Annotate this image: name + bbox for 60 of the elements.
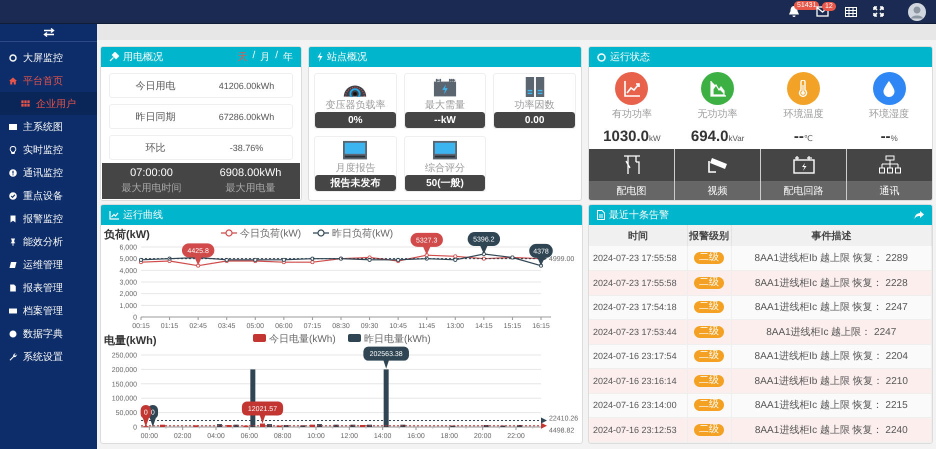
- usage-label: 昨日同期: [134, 110, 176, 124]
- tile-label: 月度报告: [335, 162, 376, 176]
- level-badge: 二级: [694, 276, 724, 289]
- tile-value: 50(一般): [404, 175, 486, 191]
- tile-value: --kW: [404, 112, 486, 128]
- separator-text: /: [275, 50, 278, 63]
- metric-label: 环境温度: [783, 108, 824, 121]
- tile-value: 报告未发布: [315, 175, 396, 191]
- tile-label: 综合评分: [424, 162, 465, 176]
- time-cell: 2024-07-16 23:16:14: [589, 368, 687, 393]
- legend-label: 今日负荷(kW): [240, 228, 302, 240]
- metric-value: 694.0kVar: [690, 128, 744, 145]
- peak-value: 07:00:00: [130, 167, 173, 179]
- level-badge: 二级: [694, 424, 724, 436]
- peak-value: 6908.00kWh: [220, 167, 282, 179]
- peak-label: 最大用电量: [226, 182, 276, 195]
- usage-value: 67286.00kWh: [218, 112, 276, 122]
- legend-label: 昨日电量(kWh): [364, 334, 431, 345]
- description-cell: 8AA1进线柜Ic 越上限 恢复： 2228: [731, 270, 932, 295]
- tile-label: 功率因数: [514, 98, 555, 112]
- level-badge: 二级: [694, 252, 724, 264]
- chart-title: 电量(kWh): [104, 335, 157, 347]
- separator-text: /: [252, 50, 256, 63]
- peak-label: 最大用电时间: [122, 182, 182, 195]
- legend-label: 今日电量(kWh): [269, 334, 336, 345]
- panel-title: 站点概况: [327, 50, 367, 64]
- metric-value: 1030.0kW: [603, 128, 661, 145]
- tile-label: 变压器负载率: [325, 98, 386, 112]
- time-cell: 2024-07-23 17:55:58: [589, 270, 687, 295]
- panel-title: 用电概况: [123, 50, 163, 64]
- level-badge: 二级: [694, 326, 724, 338]
- metric-label: 无功功率: [698, 108, 738, 121]
- usage-value: 41206.00kWh: [218, 80, 276, 90]
- time-cell: 2024-07-16 23:12:53: [589, 418, 687, 442]
- time-cell: 2024-07-23 17:53:44: [589, 320, 687, 344]
- metric-value: --%: [880, 128, 898, 145]
- chart-title: 负荷(kW): [104, 229, 150, 241]
- level-badge: 二级: [694, 399, 724, 412]
- legend-label: 昨日负荷(kW): [332, 228, 394, 240]
- tile-label: 最大需量: [424, 98, 465, 112]
- metric-label: 环境湿度: [869, 108, 910, 121]
- usage-label: 今日用电: [134, 80, 176, 92]
- level-badge: 二级: [694, 301, 724, 314]
- level-badge: 二级: [694, 374, 724, 387]
- description-cell: 8AA1进线柜Ic 越上限 恢复： 2240: [731, 418, 932, 442]
- panel-title: 最近十条告警: [609, 208, 669, 222]
- tile-value: 0.00: [494, 112, 575, 128]
- description-cell: 8AA1进线柜Ic 越上限： 2247: [731, 320, 932, 344]
- panel-title: 运行曲线: [123, 208, 163, 222]
- panel-title: 运行状态: [610, 50, 650, 64]
- column-header: 时间: [589, 225, 687, 246]
- usage-label: 环比: [144, 142, 166, 154]
- column-header: 报警级别: [687, 225, 731, 246]
- tile-value: 0%: [315, 112, 396, 128]
- level-badge: 二级: [694, 350, 724, 362]
- metric-label: 有功功率: [612, 108, 652, 121]
- column-header: 事件描述: [731, 225, 932, 246]
- description-cell: 8AA1进线柜Ib 越上限 恢复： 2210: [731, 368, 932, 393]
- metric-value: --℃: [794, 128, 813, 145]
- usage-value: -38.76%: [228, 142, 264, 152]
